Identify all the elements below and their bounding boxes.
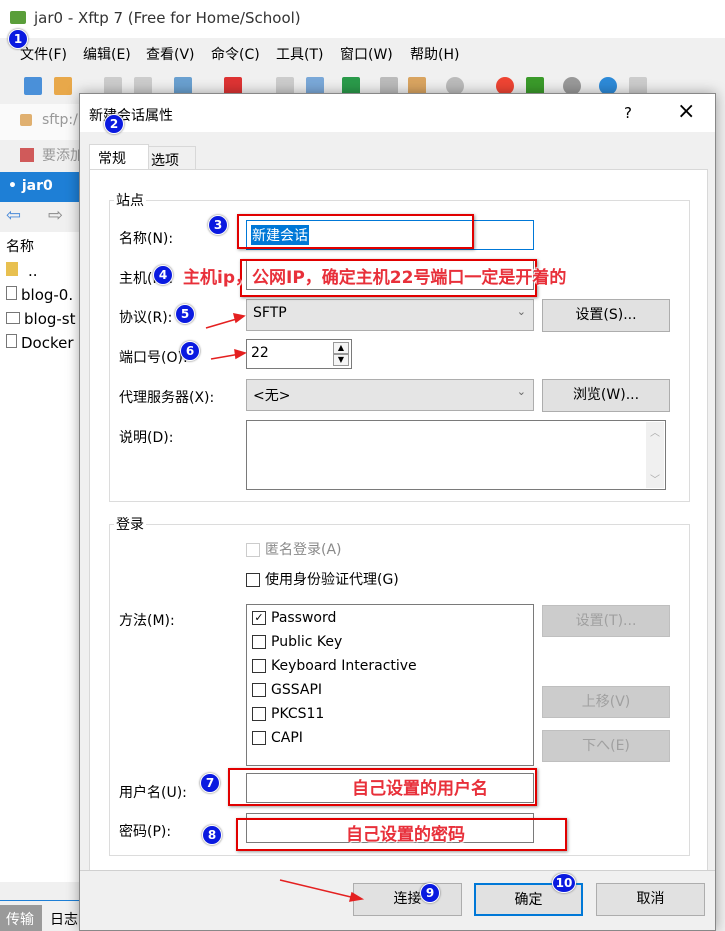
annotation-arrows <box>205 313 365 902</box>
badge-4: 4 <box>153 265 173 285</box>
badge-7: 7 <box>200 773 220 793</box>
arrowhead-protocol <box>232 313 246 324</box>
badge-8: 8 <box>202 825 222 845</box>
badge-1: 1 <box>8 29 28 49</box>
badge-5: 5 <box>175 304 195 324</box>
badge-9: 9 <box>420 883 440 903</box>
badge-2: 2 <box>104 114 124 134</box>
arrow-connect <box>279 879 356 899</box>
arrowhead-port <box>234 348 247 360</box>
badge-10: 10 <box>552 873 576 893</box>
badge-6: 6 <box>180 341 200 361</box>
badge-3: 3 <box>208 215 228 235</box>
arrowhead-connect <box>348 891 365 902</box>
